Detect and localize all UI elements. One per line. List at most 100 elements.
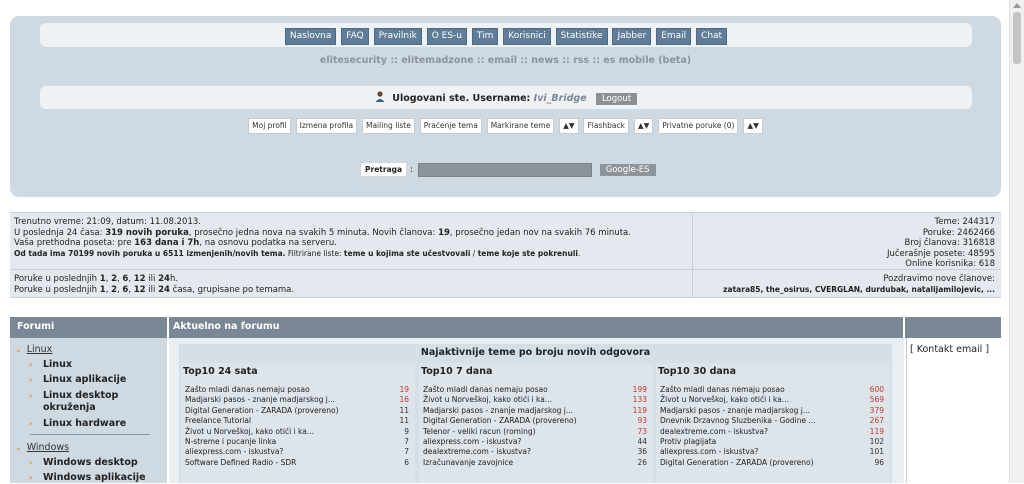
posts-12h-link[interactable]: 12 <box>134 274 146 284</box>
list-item[interactable]: Izračunavanje zavojnice 26 <box>419 458 653 468</box>
grouped-12h-link[interactable]: 12 <box>134 285 146 295</box>
forum-header: Forumi Aktuelno na forumu <box>10 317 1001 338</box>
scroll-thumb[interactable] <box>1013 12 1021 64</box>
user-toolbar: Moj profil Izmena profila Mailing liste … <box>10 118 1001 134</box>
recent-posts-links: Poruke u poslednjih 1, 2, 6, 12 ili 24h.… <box>14 274 295 295</box>
list-item[interactable]: aliexpress.com - iskustva? 44 <box>419 437 653 447</box>
list-item[interactable]: Zašto mladi danas nemaju posao 600 <box>656 385 890 395</box>
nav-korisnici[interactable]: Korisnici <box>503 28 551 45</box>
stats-totals: Teme: 244317 Poruke: 2462466 Broj članov… <box>887 217 995 270</box>
top10-24h-heading: Top10 24 sata <box>183 366 258 377</box>
list-item[interactable]: Madjarski pasos - znanje madjarskog j...… <box>181 395 415 405</box>
logout-button[interactable]: Logout <box>595 93 638 105</box>
top10-24h: Top10 24 sata Zašto mladi danas nemaju p… <box>181 363 415 483</box>
list-item[interactable]: dealextreme.com - iskustva? 36 <box>419 447 653 457</box>
stats-panel: Trenutno vreme: 21:09, datum: 11.08.2013… <box>10 212 1001 298</box>
scroll-up-icon[interactable] <box>1013 3 1021 8</box>
top10-box: Najaktivnije teme po broju novih odgovor… <box>179 344 892 483</box>
mailing-liste-button[interactable]: Mailing liste <box>361 118 415 134</box>
flashback-button[interactable]: Flashback <box>583 118 629 134</box>
arrow-icon: › <box>29 458 33 467</box>
list-item[interactable]: N-streme i pucanje linka 7 <box>181 437 415 447</box>
nav-statistike[interactable]: Statistike <box>555 28 608 45</box>
last-24h-stats: U poslednja 24 časa: 319 novih poruka, p… <box>14 227 631 238</box>
list-item[interactable]: Dnevnik Drzavnog Sluzbenika - Godine ...… <box>656 416 890 426</box>
izmena-profila-button[interactable]: Izmena profila <box>295 118 358 134</box>
list-item[interactable]: Zašto mladi danas nemaju posao 199 <box>419 385 653 395</box>
forum-windows-desktop[interactable]: › Windows desktop <box>29 457 138 469</box>
stats-summary: Trenutno vreme: 21:09, datum: 11.08.2013… <box>14 217 631 259</box>
forum-linux-desktop[interactable]: › Linux desktop okruženja <box>29 390 118 414</box>
stat-teme: Teme: 244317 <box>934 217 995 227</box>
list-item[interactable]: Freelance Tutorial 11 <box>181 416 415 426</box>
list-item[interactable]: Protiv plagijata 102 <box>656 437 890 447</box>
nav-o-es-u[interactable]: O ES-u <box>426 28 467 45</box>
filter-started-link[interactable]: teme koje ste pokrenuli <box>478 249 578 258</box>
nav-email[interactable]: Email <box>656 28 692 45</box>
list-item[interactable]: Digital Generation - ZARADA (provereno) 1… <box>181 406 415 416</box>
search-input[interactable] <box>417 162 592 177</box>
flashback-toggle[interactable]: ▲▼ <box>633 118 654 134</box>
forum-linux[interactable]: › Linux <box>29 359 72 371</box>
nav-chat[interactable]: Chat <box>696 28 728 45</box>
category-divider <box>30 434 150 435</box>
nav-jabber[interactable]: Jabber <box>612 28 652 45</box>
list-item[interactable]: Digital Generation - ZARADA (provereno) 9… <box>656 458 890 468</box>
markirane-teme-button[interactable]: Markirane teme <box>486 118 555 134</box>
list-item[interactable]: aliexpress.com - iskustva? 7 <box>181 447 415 457</box>
username[interactable]: Ivi_Bridge <box>534 93 587 104</box>
site-links[interactable]: elitesecurity :: elitemadzone :: email :… <box>10 55 1001 66</box>
list-item[interactable]: aliexpress.com - iskustva? 101 <box>656 447 890 457</box>
forum-linux-aplikacije[interactable]: › Linux aplikacije <box>29 374 126 386</box>
posts-24h-link[interactable]: 24 <box>158 274 170 284</box>
since-visit: Od tada ima 70199 novih poruka u 6511 iz… <box>14 248 581 258</box>
list-item[interactable]: Madjarski pasos - znanje madjarskog j...… <box>419 406 653 416</box>
nav-pravilnik[interactable]: Pravilnik <box>373 28 422 45</box>
current-time: Trenutno vreme: 21:09, datum: 11.08.2013… <box>14 217 201 227</box>
arrow-icon: › <box>29 375 33 384</box>
list-item[interactable]: Madjarski pasos - znanje madjarskog j...… <box>656 406 890 416</box>
top10-7d-heading: Top10 7 dana <box>421 366 493 377</box>
header-separator <box>903 317 905 338</box>
search-label: Pretraga <box>360 162 408 177</box>
login-status-label: Ulogovani ste. Username: <box>392 93 531 104</box>
list-item[interactable]: Zašto mladi danas nemaju posao 19 <box>181 385 415 395</box>
list-item[interactable]: Život u Norveškoj, kako otići i ka... 569 <box>656 395 890 405</box>
stat-jucerasnje: Jučerašnje posete: 48595 <box>886 248 995 259</box>
nav-faq[interactable]: FAQ <box>341 28 369 45</box>
list-item[interactable]: Digital Generation - ZARADA (provereno) 9… <box>419 416 653 426</box>
list-item[interactable]: Software Defined Radio - SDR 6 <box>181 458 415 468</box>
list-item[interactable]: Život u Norveškoj, kako otići i ka... 133 <box>419 395 653 405</box>
contact-email-link[interactable]: [ Kontakt email ] <box>910 344 989 355</box>
nav-tim[interactable]: Tim <box>471 28 499 45</box>
privatne-poruke-button[interactable]: Privatne poruke (0) <box>658 118 739 134</box>
pracenje-tema-button[interactable]: Praćenje tema <box>419 118 482 134</box>
forum-linux-hardware[interactable]: › Linux hardware <box>29 418 126 430</box>
new-members: Pozdravimo nove članove: zatara85, the_o… <box>723 274 995 295</box>
vertical-scrollbar[interactable] <box>1009 0 1024 483</box>
stat-clanova: Broj članova: 316818 <box>904 238 996 248</box>
category-linux[interactable]: ⌄ Linux <box>15 344 52 355</box>
grouped-24h-link[interactable]: 24 <box>158 285 170 295</box>
list-item[interactable]: dealextreme.com - iskustva? 119 <box>656 427 890 437</box>
forum-windows-aplikacije[interactable]: › Windows aplikacije <box>29 472 146 484</box>
filter-participated-link[interactable]: teme u kojima ste učestvovali <box>344 249 471 258</box>
privatne-poruke-toggle[interactable]: ▲▼ <box>743 118 763 134</box>
list-item[interactable]: Telenor - veliki racun (roming) 73 <box>419 427 653 437</box>
search-row: Pretraga : Google-ES <box>360 162 656 177</box>
top10-7d: Top10 7 dana Zašto mladi danas nemaju po… <box>419 363 653 483</box>
nav-naslovna[interactable]: Naslovna <box>284 28 337 45</box>
top10-30d: Top10 30 dana Zašto mladi danas nemaju p… <box>656 363 890 483</box>
arrow-icon: › <box>29 360 33 369</box>
list-item[interactable]: Život u Norveškoj, kako otići i ka... 9 <box>181 427 415 437</box>
category-windows[interactable]: ⌄ Windows <box>15 442 69 453</box>
moj-profil-button[interactable]: Moj profil <box>248 118 291 134</box>
arrow-icon: › <box>29 473 33 482</box>
previous-visit: Vaša prethodna poseta: pre 163 dana i 7h… <box>14 238 337 248</box>
google-es-button[interactable]: Google-ES <box>599 163 656 176</box>
new-members-list[interactable]: zatara85, the_osirus, CVERGLAN, durdubak… <box>723 285 995 296</box>
markirane-teme-toggle[interactable]: ▲▼ <box>559 118 579 134</box>
forum-sidebar: ⌄ Linux › Linux › Linux aplikacije › Linux d… <box>10 338 167 483</box>
chevron-down-icon: ⌄ <box>15 443 22 452</box>
right-column: [ Kontakt email ] <box>906 338 1002 483</box>
